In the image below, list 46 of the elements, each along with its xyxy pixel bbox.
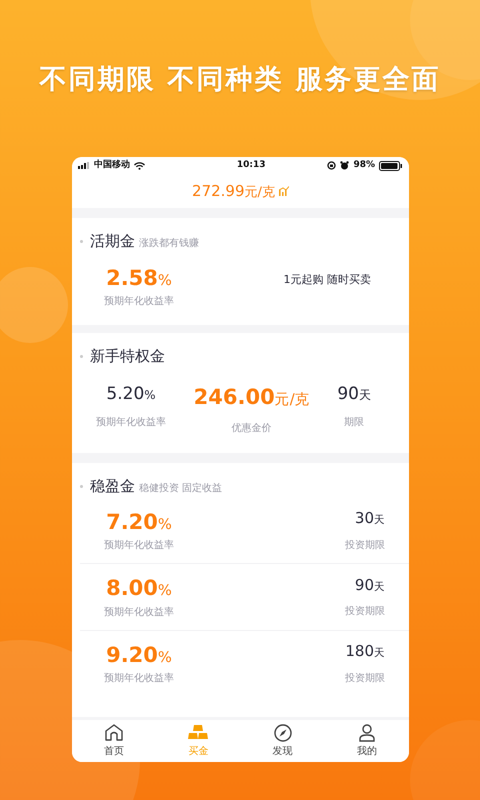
rate-label: 预期年化收益率 <box>104 672 174 686</box>
term-value: 90天 <box>337 382 371 406</box>
rate-value: 9.20% <box>106 642 172 668</box>
price-label: 优惠金价 <box>232 422 272 436</box>
market-price: 272.99元/克 <box>192 180 275 202</box>
ingot-icon <box>188 723 208 742</box>
headline-text: 服务更全面 <box>296 63 440 97</box>
tab-item[interactable]: 我的 <box>324 720 409 762</box>
compass-icon <box>272 723 293 742</box>
tab-item[interactable]: 首页 <box>72 720 156 762</box>
term-label: 投资期限 <box>345 672 385 686</box>
section-title: 稳盈金 <box>90 476 135 497</box>
rate-value: 8.00% <box>106 575 172 602</box>
home-icon <box>104 723 124 742</box>
headline-text: 不同期限 <box>40 63 156 97</box>
tab-item[interactable]: 发现 <box>240 720 325 762</box>
term-label: 投资期限 <box>345 538 385 552</box>
price-value: 246.00元/克 <box>194 384 310 410</box>
term-value: 30天 <box>354 508 385 529</box>
product-note: 1元起购 随时买卖 <box>284 272 371 288</box>
battery-percent: 98% <box>353 158 375 172</box>
section-subtitle: 稳健投资 固定收益 <box>139 482 222 496</box>
wifi-icon <box>134 162 145 170</box>
section-subtitle: 涨跌都有钱赚 <box>139 236 199 251</box>
profile-icon <box>356 723 377 742</box>
rate-value: 7.20% <box>106 508 172 536</box>
chart-icon <box>278 186 289 196</box>
battery-icon <box>378 160 403 170</box>
alarm-icon <box>340 161 350 170</box>
term-label: 期限 <box>344 416 364 430</box>
term-label: 投资期限 <box>345 604 385 619</box>
lock-rotation-icon <box>327 161 336 170</box>
section-title: 新手特权金 <box>90 346 165 367</box>
headline-text: 不同种类 <box>168 63 284 97</box>
rate-label: 预期年化收益率 <box>104 538 174 553</box>
section-title: 活期金 <box>90 231 135 252</box>
signal-icon <box>78 162 90 169</box>
rate-label: 预期年化收益率 <box>104 294 174 309</box>
rate-value: 2.58% <box>106 264 172 292</box>
rate-label: 预期年化收益率 <box>96 416 166 430</box>
clock-time: 10:13 <box>236 158 266 172</box>
carrier-name: 中国移动 <box>94 158 130 172</box>
term-value: 180天 <box>345 641 385 662</box>
rate-label: 预期年化收益率 <box>104 606 174 620</box>
rate-value: 5.20% <box>106 382 156 406</box>
term-value: 90天 <box>354 574 385 596</box>
